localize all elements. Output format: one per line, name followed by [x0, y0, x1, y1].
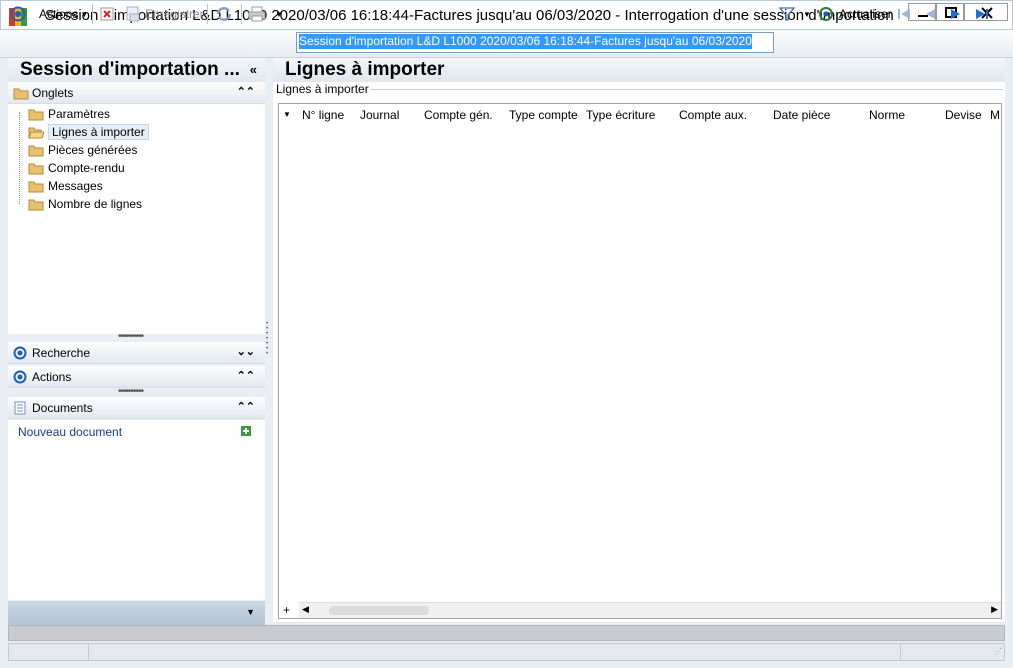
save-button[interactable]: Enregistrer: [125, 4, 204, 24]
sync-button[interactable]: [215, 4, 233, 24]
chevron-down-icon[interactable]: ⌄⌄: [237, 345, 255, 358]
column-header[interactable]: Date pièce: [773, 108, 830, 122]
documents-label: Documents: [32, 401, 93, 415]
progress-status-bar: [8, 625, 1005, 641]
scrollbar-thumb[interactable]: [329, 606, 429, 615]
refresh-label: Actualiser: [839, 7, 892, 21]
next-record-button[interactable]: [948, 4, 964, 24]
status-bar: ⋰: [8, 643, 1005, 661]
filter-dropdown-button[interactable]: ▼: [803, 4, 811, 24]
last-icon: [976, 9, 988, 19]
actions-menu-label: Actions: [39, 7, 79, 21]
folder-icon: [28, 181, 44, 193]
chevron-up-icon[interactable]: ⌃⌃: [237, 369, 255, 382]
circle-target-icon: [10, 6, 26, 22]
vertical-splitter-grip[interactable]: • • • • • • •: [266, 321, 270, 357]
tree-item-nombre-de-lignes[interactable]: Nombre de lignes: [28, 195, 142, 213]
left-panel-bottom-bar[interactable]: ▼: [8, 601, 265, 625]
column-header[interactable]: N° ligne: [302, 108, 344, 122]
save-label: Enregistrer: [145, 7, 204, 21]
document-icon: [14, 401, 26, 415]
last-record-button[interactable]: [974, 4, 990, 24]
main-panel-title: Lignes à importer: [285, 59, 445, 80]
folder-icon: [28, 145, 44, 157]
print-dropdown-button[interactable]: ▼: [275, 4, 283, 24]
folder-icon: [28, 199, 44, 211]
column-header[interactable]: Devise: [945, 108, 982, 122]
column-header[interactable]: M: [990, 108, 1000, 122]
delete-icon: [100, 7, 114, 21]
column-header[interactable]: Type compte: [509, 108, 578, 122]
actions-menu-button[interactable]: Actions ▼: [39, 4, 88, 24]
print-button[interactable]: [248, 4, 266, 24]
previous-record-button[interactable]: [922, 4, 938, 24]
left-panel-title: Session d'importation ...: [20, 59, 240, 80]
column-header[interactable]: Type écriture: [586, 108, 655, 122]
collapse-left-icon[interactable]: «: [250, 62, 257, 77]
scroll-right-icon[interactable]: ▶: [991, 604, 998, 615]
refresh-icon: [819, 7, 833, 21]
lines-grid[interactable]: ▼ N° ligne Journal Compte gén. Type comp…: [278, 103, 1002, 619]
actions-section-header[interactable]: Actions ⌃⌃: [8, 366, 265, 388]
folder-icon: [28, 163, 44, 175]
printer-icon: [248, 6, 266, 22]
chevron-down-icon[interactable]: ▼: [246, 607, 255, 617]
folder-icon: [13, 88, 29, 100]
session-input-value: Session d'importation L&D L1000 2020/03/…: [299, 34, 752, 49]
first-icon: [898, 9, 910, 19]
onglets-section-header[interactable]: Onglets ⌃⌃: [8, 82, 265, 104]
resize-grip[interactable]: ••••••••••: [118, 331, 144, 342]
resize-grip-icon[interactable]: ⋰: [994, 647, 1002, 656]
nav-circle-button[interactable]: [10, 4, 26, 24]
filter-icon: [779, 7, 795, 21]
actions-section-label: Actions: [32, 370, 72, 384]
dropdown-arrow-icon: ▼: [275, 9, 283, 19]
group-label: Lignes à importer: [276, 82, 371, 96]
circle-target-icon: [13, 370, 27, 384]
save-icon: [126, 6, 140, 22]
session-input[interactable]: Session d'importation L&D L1000 2020/03/…: [296, 32, 774, 53]
add-row-icon[interactable]: +: [283, 603, 290, 617]
documents-body: Nouveau document: [8, 420, 265, 600]
tree-item-parametres[interactable]: Paramètres: [28, 105, 110, 123]
recherche-label: Recherche: [32, 346, 91, 360]
grid-header: ▼ N° ligne Journal Compte gén. Type comp…: [279, 104, 1001, 124]
delete-button[interactable]: [100, 4, 114, 24]
main-panel-header: Lignes à importer: [273, 58, 1005, 82]
column-header[interactable]: Journal: [360, 108, 399, 122]
add-icon[interactable]: [241, 426, 251, 436]
tree-item-messages[interactable]: Messages: [28, 177, 103, 195]
tree-item-compte-rendu[interactable]: Compte-rendu: [28, 159, 125, 177]
left-panel-header: Session d'importation ... «: [8, 58, 265, 82]
next-icon: [951, 9, 960, 19]
chevron-up-icon[interactable]: ⌃⌃: [237, 85, 255, 98]
recherche-section-header[interactable]: Recherche ⌄⌄: [8, 342, 265, 364]
resize-grip[interactable]: ••••••••••: [118, 386, 144, 397]
documents-section-header[interactable]: Documents ⌃⌃: [8, 397, 265, 419]
sync-icon: [216, 7, 232, 21]
column-header[interactable]: Norme: [869, 108, 905, 122]
new-document-link[interactable]: Nouveau document: [18, 425, 122, 439]
open-folder-icon: [28, 127, 44, 139]
dropdown-arrow-icon: ▼: [80, 9, 89, 19]
dropdown-arrow-icon: ▼: [803, 9, 811, 19]
refresh-button[interactable]: Actualiser: [818, 4, 892, 24]
tree-item-pieces-generees[interactable]: Pièces générées: [28, 141, 137, 159]
first-record-button[interactable]: [896, 4, 912, 24]
circle-target-icon: [13, 346, 27, 360]
onglets-label: Onglets: [32, 86, 74, 100]
scroll-left-icon[interactable]: ◀: [302, 604, 309, 615]
filter-button[interactable]: [779, 4, 795, 24]
horizontal-scrollbar[interactable]: ◀ ▶: [299, 602, 1001, 618]
column-header[interactable]: Compte aux.: [679, 108, 747, 122]
column-chooser-icon[interactable]: ▼: [283, 110, 291, 119]
tree-item-lignes-a-importer[interactable]: Lignes à importer: [28, 123, 149, 141]
folder-icon: [28, 109, 44, 121]
chevron-up-icon[interactable]: ⌃⌃: [237, 400, 255, 413]
previous-icon: [926, 9, 935, 19]
column-header[interactable]: Compte gén.: [424, 108, 493, 122]
